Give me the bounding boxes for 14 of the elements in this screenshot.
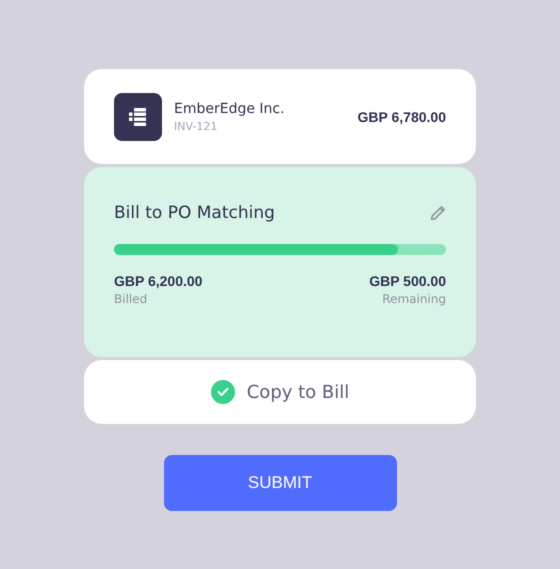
checkbox-label: Copy to Bill — [246, 382, 350, 402]
remaining-label: Remaining — [381, 292, 446, 306]
remaining-amount: GBP 500.00 — [369, 273, 446, 289]
checkmark-icon — [216, 387, 229, 397]
billed-label: Billed — [114, 292, 148, 306]
vendor-name: EmberEdge Inc. — [174, 100, 286, 116]
submit-button[interactable]: SUBMIT — [164, 455, 396, 511]
invoice-number: INV-121 — [174, 120, 218, 132]
invoice-amount: GBP 6,780.00 — [358, 108, 446, 124]
checkbox[interactable] — [210, 380, 235, 404]
section-title: Bill to PO Matching — [114, 203, 275, 223]
company-logo-icon — [114, 92, 162, 140]
billed-amount: GBP 6,200.00 — [114, 273, 202, 289]
edit-icon[interactable] — [430, 205, 446, 221]
